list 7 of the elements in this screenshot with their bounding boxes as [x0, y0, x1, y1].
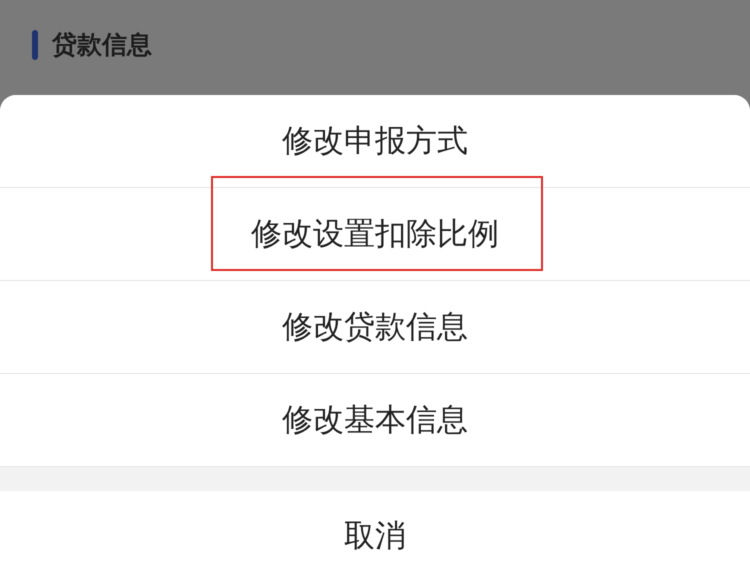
accent-bar: [32, 30, 38, 60]
menu-option[interactable]: 修改贷款信息: [0, 281, 750, 374]
menu-option[interactable]: 修改申报方式: [0, 95, 750, 188]
section-title: 贷款信息: [52, 30, 152, 60]
cancel-button[interactable]: 取消: [0, 491, 750, 580]
menu-option[interactable]: 修改基本信息: [0, 374, 750, 467]
menu-option[interactable]: 修改设置扣除比例: [0, 188, 750, 281]
